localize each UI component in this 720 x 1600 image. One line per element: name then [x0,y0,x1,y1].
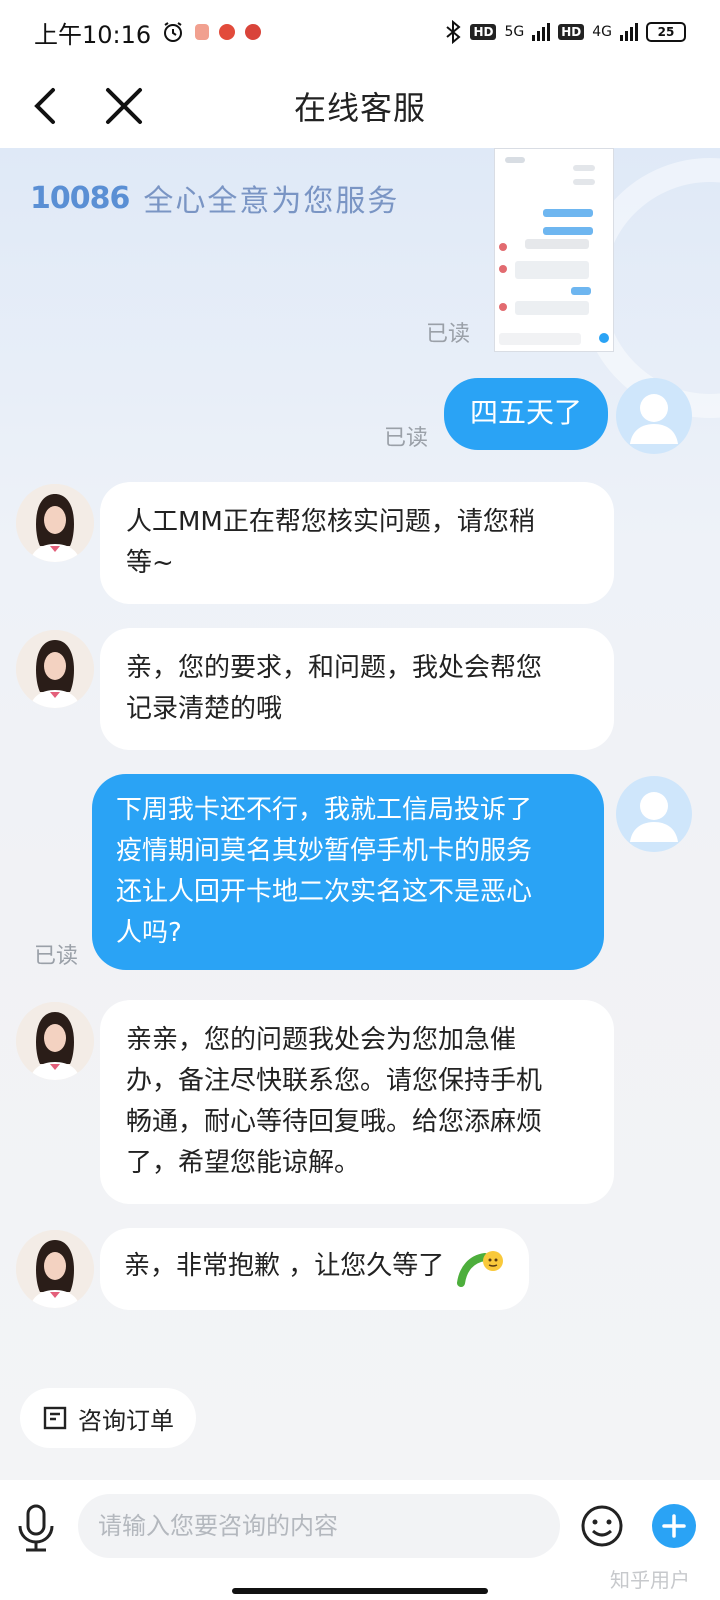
battery-level: 25 [657,25,675,39]
bluetooth-icon [446,20,461,44]
signal-icon [532,23,551,41]
status-bar: 上午10:16 HD 5G HD 4G 25 [0,0,720,64]
user-message-bubble[interactable]: 下周我卡还不行，我就工信局投诉了 疫情期间莫名其妙暂停手机卡的服务 还让人回开卡… [92,774,604,970]
watermark: 知乎用户 [610,1568,690,1592]
consult-order-button[interactable]: 咨询订单 [20,1388,196,1448]
network-type: 5G [504,24,525,40]
chat-area[interactable]: 10086 全心全意为您服务 已读 已读 四五天了 人工MM正在帮您核实问题，请… [0,148,720,1480]
read-status: 已读 [384,426,429,451]
message-line: 人吗? [116,918,182,948]
message-line: 还让人回开卡地二次实名这不是恶心 [116,877,533,907]
agent-avatar-photo [16,1002,94,1080]
brand-logo-text: 10086 [30,180,130,216]
image-message[interactable] [494,148,614,352]
agent-avatar[interactable] [16,630,94,708]
agent-avatar-photo [16,484,94,562]
notification-app-icon [219,24,236,40]
brand-logo: 10086 [30,180,130,216]
home-indicator[interactable] [232,1588,488,1594]
hd-badge: HD [558,24,585,40]
nav-bar: 在线客服 [0,64,720,148]
user-avatar[interactable] [616,378,692,454]
emoji-button[interactable] [580,1504,624,1548]
user-message-bubble[interactable]: 四五天了 [444,378,609,450]
message-input[interactable] [78,1494,560,1558]
consult-order-label: 咨询订单 [78,1406,174,1435]
close-button[interactable] [94,64,154,148]
agent-message-bubble[interactable]: 亲，非常抱歉 ，让您久等了 [100,1228,529,1310]
message-line: 畅通，耐心等待回复哦。给您添麻烦 [126,1107,543,1137]
agent-message-bubble[interactable]: 亲亲，您的问题我处会为您加急催 办，备注尽快联系您。请您保持手机 畅通，耐心等待… [100,1000,614,1204]
hd-badge: HD [470,24,497,40]
network-type: 4G [592,24,612,40]
input-bar: 知乎用户 [0,1480,720,1600]
message-line: 疫情期间莫名其妙暂停手机卡的服务 [116,836,533,866]
status-time: 上午10:16 [34,20,152,49]
agent-avatar[interactable] [16,1002,94,1080]
read-status: 已读 [426,322,471,347]
read-status: 已读 [34,944,79,969]
microphone-icon [18,1504,54,1552]
message-text: 亲，非常抱歉 ，让您久等了 [124,1251,445,1281]
default-avatar-icon [630,394,678,444]
smiley-icon [581,1505,623,1547]
message-line: 亲亲，您的问题我处会为您加急催 [126,1025,517,1055]
brand-banner: 10086 全心全意为您服务 [30,176,399,220]
alarm-icon [164,22,183,42]
agent-message-bubble[interactable]: 人工MM正在帮您核实问题，请您稍 等~ [100,482,614,604]
document-icon [43,1406,67,1430]
brand-slogan: 全心全意为您服务 [143,184,400,219]
message-line: 等~ [126,548,174,578]
user-avatar[interactable] [616,776,692,852]
plus-icon [662,1514,686,1538]
agent-avatar-photo [16,1230,94,1308]
message-line: 办，备注尽快联系您。请您保持手机 [126,1066,543,1096]
close-icon [106,88,142,124]
default-avatar-icon [630,792,678,842]
agent-avatar[interactable] [16,484,94,562]
voice-input-button[interactable] [14,1500,58,1556]
notification-app-icon [245,24,262,40]
message-line: 记录清楚的哦 [126,694,283,724]
message-line: 人工MM正在帮您核实问题，请您稍 [126,507,535,537]
back-button[interactable] [14,64,74,148]
message-text: 四五天了 [470,396,583,429]
agent-avatar-photo [16,630,94,708]
signal-icon [620,23,638,41]
agent-message-bubble[interactable]: 亲，您的要求，和问题，我处会帮您 记录清楚的哦 [100,628,614,750]
message-line: 亲，您的要求，和问题，我处会帮您 [126,653,543,683]
battery-icon: 25 [646,22,686,42]
more-options-button[interactable] [652,1504,696,1548]
agent-avatar[interactable] [16,1230,94,1308]
notification-app-icon [195,24,210,40]
chevron-left-icon [34,88,55,124]
message-line: 下周我卡还不行，我就工信局投诉了 [116,795,533,825]
embarrassed-sweat-emoji-icon [456,1250,503,1287]
message-line: 了，希望您能谅解。 [126,1148,361,1178]
